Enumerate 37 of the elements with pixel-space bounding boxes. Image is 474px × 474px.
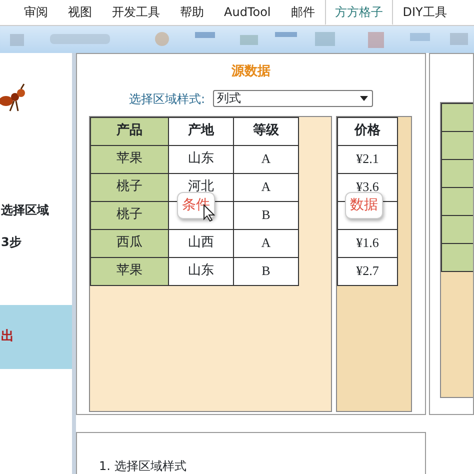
table-cell: ¥2.7 (338, 257, 398, 285)
step-text: 1. 选择区域样式 (99, 458, 188, 474)
instruction-text: 3步 (1, 234, 22, 251)
table-cell: B (234, 201, 298, 229)
style-dropdown[interactable]: 列式 (213, 90, 374, 107)
table-cell: 山西 (168, 229, 234, 257)
table-cell: 山东 (168, 145, 234, 173)
ribbon-tab[interactable]: 帮助 (170, 0, 214, 25)
field-label: 选择区域样式: (128, 90, 206, 108)
dropdown-arrow-icon (360, 96, 368, 101)
table-cell: A (234, 229, 298, 257)
column-header: 等级 (234, 117, 298, 145)
table-cell: ¥2.1 (338, 145, 398, 173)
table-cell: 苹果 (90, 257, 168, 285)
table-cell: A (234, 173, 298, 201)
column-header: 价格 (338, 117, 398, 145)
table-cell: B (234, 257, 298, 285)
table-cell: 苹果 (90, 145, 168, 173)
ribbon-tab[interactable]: DIY工具 (392, 0, 457, 25)
panel-title: 源数据 (232, 63, 270, 81)
ribbon-tab[interactable]: 视图 (58, 0, 102, 25)
instruction-text: 选择区域 (1, 202, 50, 219)
ant-drawing (0, 83, 26, 113)
ribbon-tab[interactable]: 开发工具 (102, 0, 170, 25)
ribbon-tab[interactable]: AudTool (214, 0, 281, 25)
column-header: 产地 (168, 117, 234, 145)
band-text: 出 (1, 328, 14, 346)
table-cell: 桃子 (90, 173, 168, 201)
ribbon-tab[interactable]: 审阅 (14, 0, 58, 25)
table-cell: A (234, 145, 298, 173)
column-header: 产品 (90, 117, 168, 145)
ribbon-tab[interactable]: 邮件 (280, 0, 325, 25)
ribbon-tab[interactable]: 方方格子 (324, 0, 393, 25)
table-cell: 山东 (168, 257, 234, 285)
table-cell: ¥1.6 (338, 229, 398, 257)
table-cell: 桃子 (90, 201, 168, 229)
table-cell: 西瓜 (90, 229, 168, 257)
